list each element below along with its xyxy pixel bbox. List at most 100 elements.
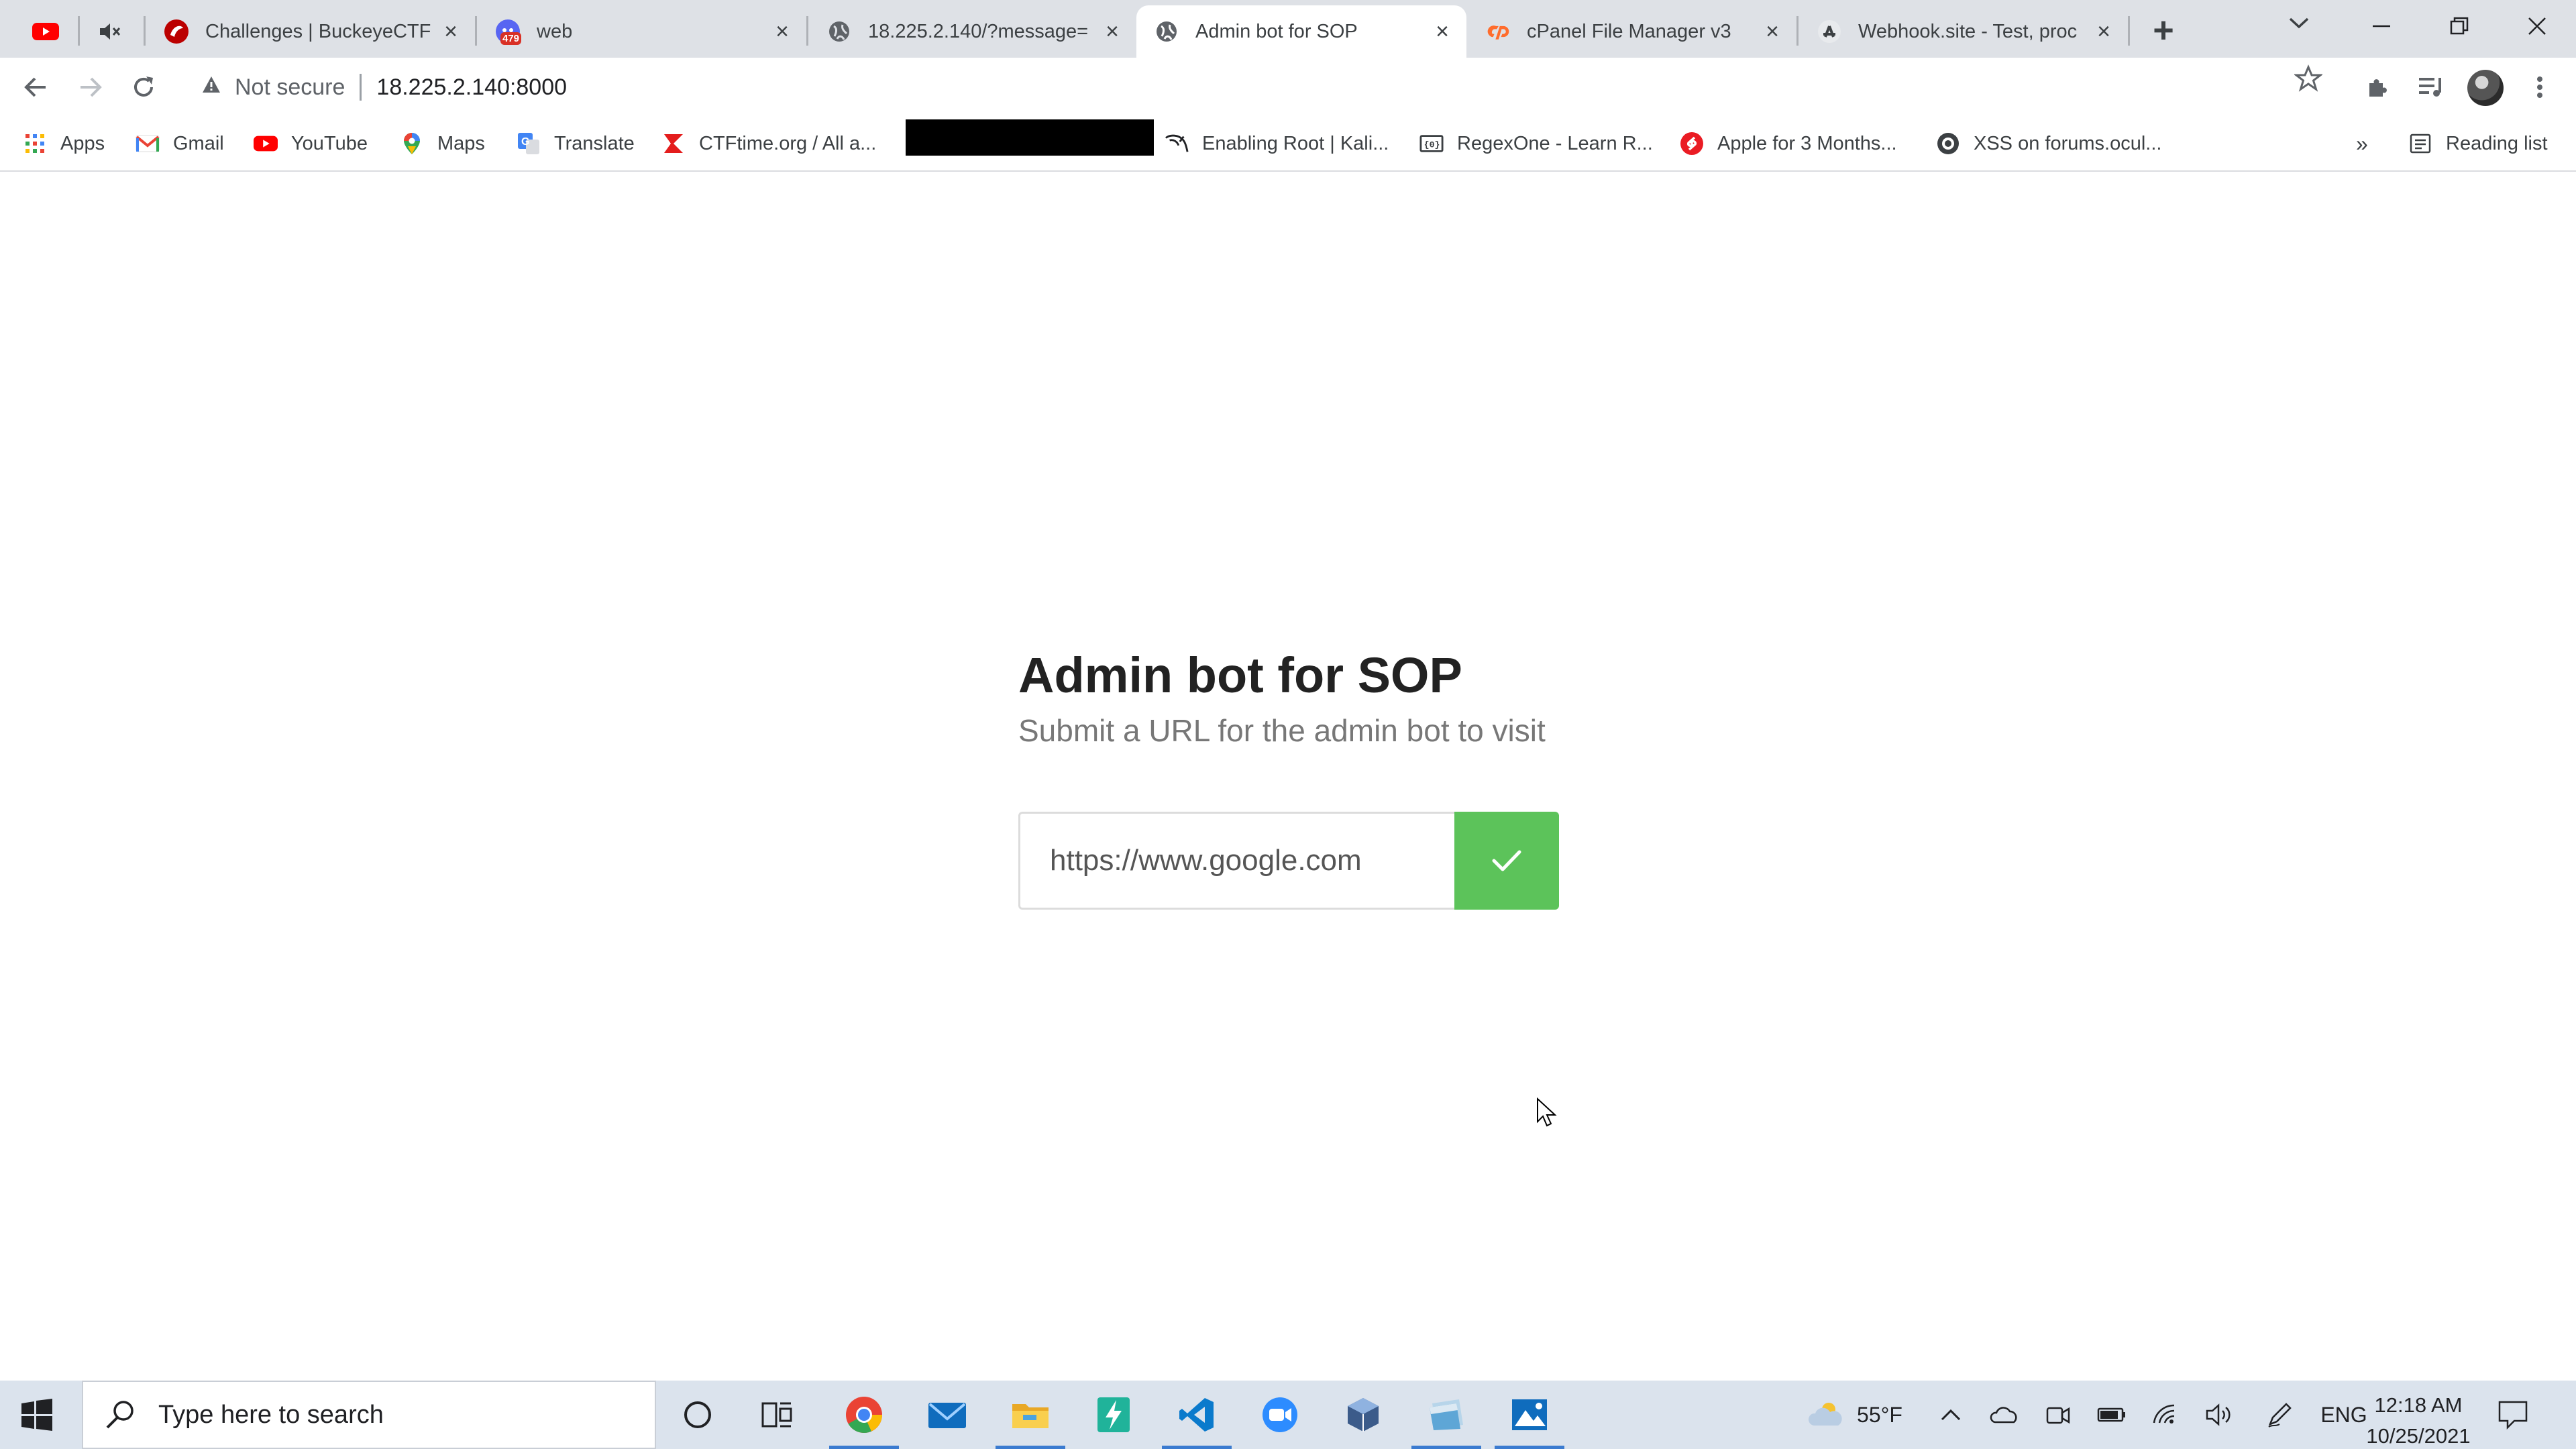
bookmark-label: YouTube: [291, 132, 368, 154]
restore-button[interactable]: [2422, 0, 2497, 52]
reading-list-button[interactable]: Reading list: [2408, 127, 2569, 160]
tab-title: Webhook.site - Test, proc: [1858, 20, 2078, 42]
close-icon[interactable]: ×: [1760, 19, 1784, 44]
chrome-icon: [846, 1397, 882, 1433]
tab-search-chevron-icon[interactable]: [2288, 11, 2310, 37]
close-icon[interactable]: ×: [770, 19, 794, 44]
cortana-button[interactable]: [656, 1381, 739, 1449]
minimize-button[interactable]: [2344, 0, 2419, 52]
notification-badge: 479: [500, 32, 522, 45]
extensions-puzzle-icon[interactable]: [2359, 68, 2396, 106]
task-view-button[interactable]: [735, 1381, 818, 1449]
url-text[interactable]: 18.225.2.140:8000: [376, 74, 567, 101]
bookmark-gmail[interactable]: Gmail: [136, 127, 224, 160]
bookmark-apps[interactable]: Apps: [23, 127, 105, 160]
taskbar-zoom[interactable]: [1238, 1381, 1322, 1449]
submit-button[interactable]: [1454, 812, 1559, 910]
tab-webhook[interactable]: Webhook.site - Test, proc ×: [1799, 5, 2128, 58]
bookmark-maps[interactable]: Maps: [400, 127, 485, 160]
bookmark-xss-oculus[interactable]: XSS on forums.ocul...: [1936, 127, 2161, 160]
lightning-app-icon: [1097, 1397, 1130, 1432]
taskbar-search[interactable]: Type here to search: [82, 1381, 656, 1449]
close-icon[interactable]: ×: [1100, 19, 1124, 44]
onedrive-tray[interactable]: [1986, 1381, 2023, 1449]
close-icon[interactable]: ×: [439, 19, 463, 44]
weather-widget[interactable]: 55°F: [1798, 1381, 1912, 1449]
bookmark-label: RegexOne - Learn R...: [1457, 132, 1653, 154]
pen-workspace-tray[interactable]: [2261, 1381, 2298, 1449]
bookmarks-overflow-chevron-icon[interactable]: »: [2356, 127, 2368, 160]
taskbar-notes[interactable]: [1405, 1381, 1488, 1449]
taskbar-power-automate[interactable]: [1072, 1381, 1155, 1449]
speaker-icon: [2206, 1403, 2231, 1426]
battery-tray[interactable]: [2093, 1381, 2131, 1449]
clock-time: 12:18 AM: [2374, 1393, 2463, 1417]
bookmark-label: Translate: [554, 132, 635, 154]
profile-avatar[interactable]: [2467, 70, 2504, 106]
pinned-tab-muted[interactable]: [82, 5, 138, 58]
mouse-pointer-icon: [1537, 1097, 1557, 1127]
meet-now-tray[interactable]: [2039, 1381, 2077, 1449]
taskbar-photos[interactable]: [1488, 1381, 1571, 1449]
forward-arrow-icon: [80, 77, 102, 97]
bookmark-regexone[interactable]: {0} RegexOne - Learn R...: [1419, 127, 1653, 160]
forward-button[interactable]: [70, 67, 110, 107]
bookmark-label: Maps: [437, 132, 485, 154]
not-secure-label[interactable]: Not secure: [235, 74, 345, 101]
tab-message-url[interactable]: 18.225.2.140/?message= ×: [809, 5, 1136, 58]
bookmark-kali[interactable]: Enabling Root | Kali...: [1165, 127, 1389, 160]
checkmark-icon: [1492, 850, 1521, 871]
taskbar-chrome[interactable]: [822, 1381, 906, 1449]
taskbar-clock[interactable]: 12:18 AM 10/25/2021: [2361, 1390, 2475, 1449]
taskbar-vscode[interactable]: [1155, 1381, 1238, 1449]
bookmark-youtube[interactable]: YouTube: [254, 127, 368, 160]
bookmark-star-icon[interactable]: [2293, 64, 2324, 100]
media-queue-icon[interactable]: [2412, 68, 2450, 106]
tab-title: 18.225.2.140/?message=: [868, 20, 1089, 42]
bookmark-ctftime[interactable]: CTFtime.org / All a...: [661, 127, 876, 160]
zoom-icon: [1263, 1397, 1297, 1432]
reload-button[interactable]: [123, 67, 164, 107]
bookmark-label: Enabling Root | Kali...: [1202, 132, 1389, 154]
tab-web[interactable]: 479 web ×: [478, 5, 806, 58]
bookmark-translate[interactable]: G Translate: [517, 127, 635, 160]
bookmark-label: CTFtime.org / All a...: [699, 132, 877, 154]
omnibox-divider: [360, 74, 362, 101]
youtube-icon: [254, 131, 278, 156]
bookmark-label: Gmail: [173, 132, 224, 154]
windows-taskbar: Type here to search 55°F ENG 12:18 AM 10…: [0, 1381, 2576, 1449]
close-window-button[interactable]: [2500, 0, 2575, 52]
taskbar-mail[interactable]: [906, 1381, 989, 1449]
volume-tray[interactable]: [2200, 1381, 2238, 1449]
windows-start-icon[interactable]: [20, 1398, 54, 1432]
kebab-menu-icon[interactable]: [2521, 68, 2559, 106]
pinned-tab-youtube[interactable]: [17, 5, 74, 58]
close-icon[interactable]: ×: [1430, 19, 1454, 44]
cpanel-icon: [1485, 19, 1511, 44]
taskbar-virtualbox[interactable]: [1322, 1381, 1405, 1449]
new-tab-button[interactable]: +: [2147, 10, 2180, 50]
address-bar[interactable]: Not secure 18.225.2.140:8000: [182, 64, 2352, 110]
network-tray[interactable]: [2147, 1381, 2184, 1449]
bookmark-apple[interactable]: Apple for 3 Months...: [1680, 127, 1897, 160]
bookmarks-bar: Apps Gmail YouTube Maps G Translate CTFt…: [0, 117, 2576, 172]
tab-buckeyectf[interactable]: Challenges | BuckeyeCTF ×: [146, 5, 475, 58]
tab-cpanel[interactable]: cPanel File Manager v3 ×: [1468, 5, 1796, 58]
back-button[interactable]: [16, 67, 56, 107]
close-icon[interactable]: ×: [2092, 19, 2116, 44]
page-subtitle: Submit a URL for the admin bot to visit: [1018, 713, 1546, 748]
tab-admin-bot[interactable]: Admin bot for SOP ×: [1136, 5, 1466, 58]
photos-icon: [1512, 1399, 1547, 1430]
tab-title: Admin bot for SOP: [1195, 20, 1358, 42]
notification-center-icon[interactable]: [2497, 1398, 2529, 1430]
restore-icon: [2450, 17, 2469, 35]
shazam-icon: [1680, 131, 1704, 156]
cortana-circle-icon: [684, 1401, 711, 1428]
taskbar-file-explorer[interactable]: [989, 1381, 1072, 1449]
show-hidden-icons-button[interactable]: [1932, 1381, 1970, 1449]
svg-text:{0}: {0}: [1424, 140, 1440, 150]
url-input[interactable]: [1018, 812, 1456, 910]
search-placeholder: Type here to search: [158, 1400, 384, 1429]
task-view-icon: [761, 1402, 792, 1428]
oculus-icon: [1936, 131, 1960, 156]
